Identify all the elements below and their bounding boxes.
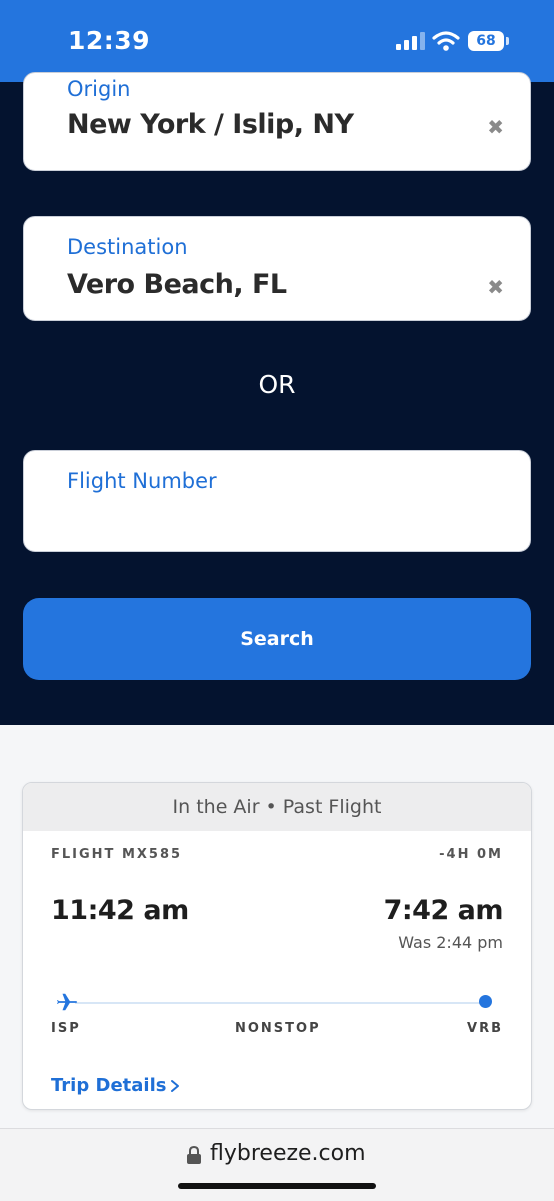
battery-tip bbox=[506, 37, 509, 45]
stops-label: NONSTOP bbox=[235, 1021, 321, 1036]
origin-field[interactable]: Origin New York / Islip, NY ✖ bbox=[23, 72, 531, 171]
destination-field[interactable]: Destination Vero Beach, FL ✖ bbox=[23, 216, 531, 321]
flight-status-header: In the Air • Past Flight bbox=[23, 783, 531, 831]
trip-details-link[interactable]: Trip Details bbox=[51, 1075, 166, 1096]
search-button[interactable]: Search bbox=[23, 598, 531, 680]
status-bar: 12:39 68 bbox=[0, 0, 554, 82]
browser-address-bar[interactable]: flybreeze.com bbox=[0, 1128, 554, 1201]
departure-time: 11:42 am bbox=[51, 895, 189, 926]
destination-label: Destination bbox=[67, 235, 188, 259]
lock-icon bbox=[187, 1145, 201, 1164]
search-panel: Origin New York / Islip, NY ✖ Destinatio… bbox=[0, 72, 554, 725]
status-time: 12:39 bbox=[68, 26, 151, 55]
destination-dot bbox=[479, 995, 492, 1008]
flight-number: FLIGHT MX585 bbox=[51, 847, 183, 862]
destination-value[interactable]: Vero Beach, FL bbox=[67, 269, 287, 300]
or-separator: OR bbox=[258, 370, 296, 399]
clear-icon[interactable]: ✖ bbox=[487, 115, 504, 139]
origin-code: ISP bbox=[51, 1021, 81, 1036]
signal-icon bbox=[396, 32, 425, 50]
flight-number-field[interactable]: Flight Number bbox=[23, 450, 531, 552]
destination-code: VRB bbox=[467, 1021, 503, 1036]
url-text[interactable]: flybreeze.com bbox=[210, 1141, 366, 1166]
clear-icon[interactable]: ✖ bbox=[487, 275, 504, 299]
home-indicator[interactable] bbox=[178, 1183, 376, 1189]
plane-icon bbox=[57, 993, 78, 1011]
time-difference: -4H 0M bbox=[439, 847, 503, 862]
route-line bbox=[75, 1002, 487, 1004]
origin-value[interactable]: New York / Islip, NY bbox=[67, 109, 354, 140]
arrival-time: 7:42 am bbox=[383, 895, 504, 926]
original-arrival-time: Was 2:44 pm bbox=[398, 933, 503, 952]
wifi-icon bbox=[432, 31, 460, 51]
flight-number-label: Flight Number bbox=[67, 469, 217, 493]
chevron-right-icon[interactable] bbox=[169, 1079, 181, 1093]
battery-icon: 68 bbox=[468, 31, 504, 51]
origin-label: Origin bbox=[67, 77, 131, 101]
flight-status-card[interactable]: In the Air • Past Flight FLIGHT MX585 -4… bbox=[22, 782, 532, 1110]
